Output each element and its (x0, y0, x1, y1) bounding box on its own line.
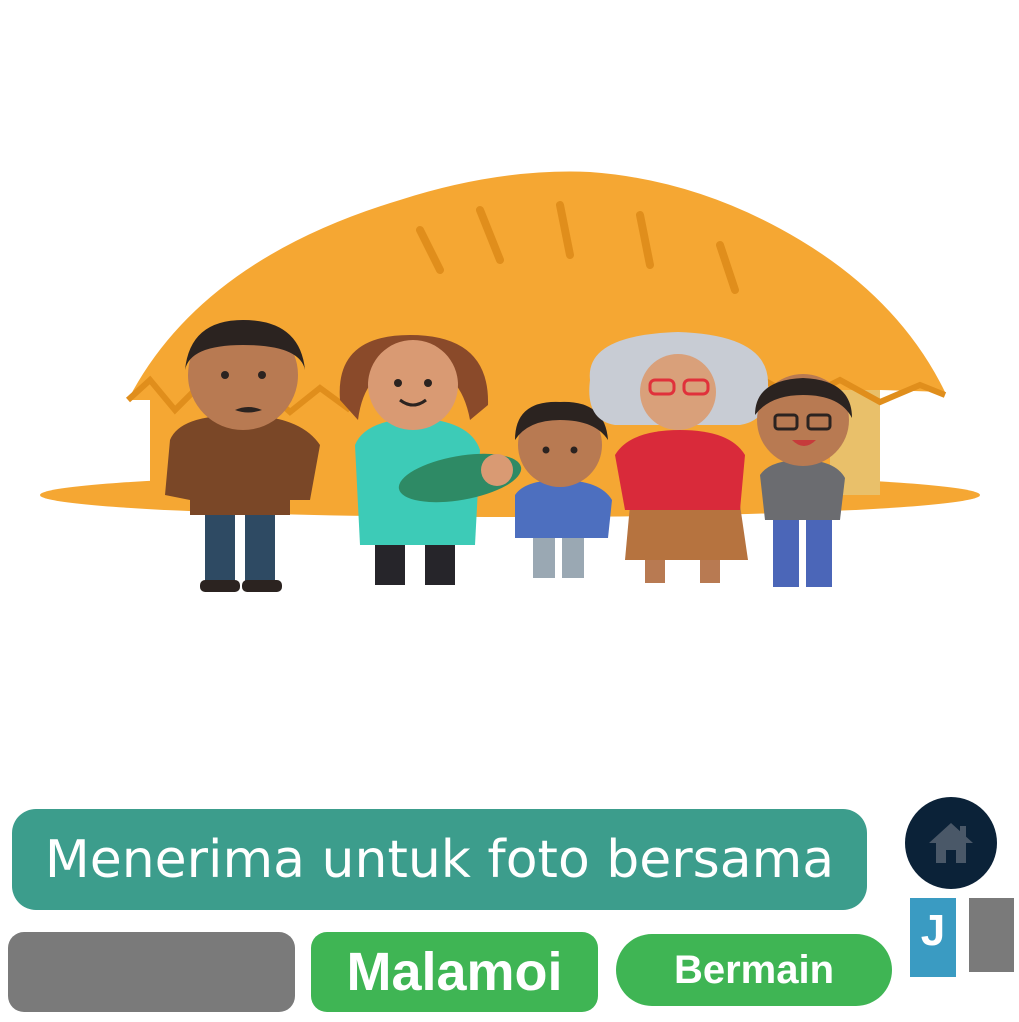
teen-figure (755, 374, 852, 587)
letter-tile-label: J (920, 906, 946, 955)
answer-option-2-label: Malamoi (346, 942, 563, 1002)
prompt-banner: Menerima untuk foto bersama (12, 809, 867, 910)
home-icon (929, 823, 973, 863)
answer-option-1[interactable] (8, 932, 295, 1012)
family-illustration (40, 171, 980, 592)
play-button[interactable]: Bermain (616, 934, 892, 1006)
play-button-label: Bermain (673, 947, 835, 992)
home-button[interactable] (905, 797, 997, 889)
answer-option-2[interactable]: Malamoi (311, 932, 598, 1012)
blank-tile[interactable] (969, 898, 1014, 972)
grandmother-figure (589, 332, 769, 583)
prompt-text: Menerima untuk foto bersama (44, 829, 835, 890)
boy-figure (515, 401, 612, 578)
letter-tile[interactable]: J (910, 898, 956, 977)
